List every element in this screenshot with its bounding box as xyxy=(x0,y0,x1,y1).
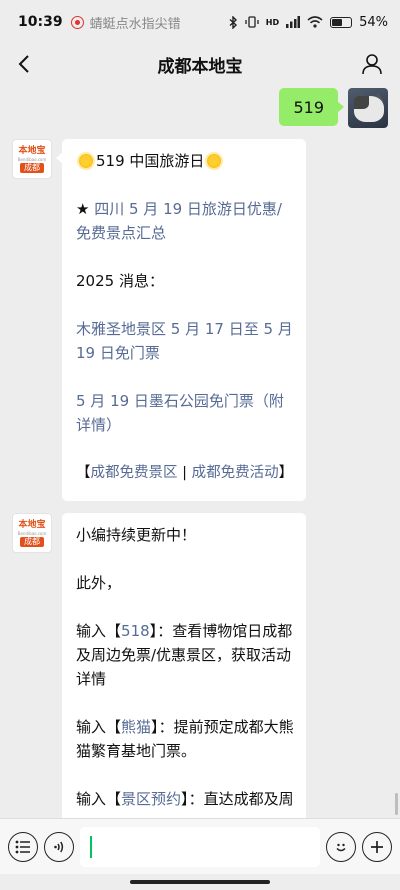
status-notice: 蜻蜓点水指尖错 xyxy=(70,13,181,32)
sender-avatar[interactable]: 本地宝 Bendibao.com 成都 xyxy=(12,139,52,179)
featured-line: ★ 四川 5 月 19 日旅游日优惠/免费景点汇总 xyxy=(76,197,294,245)
voice-button[interactable] xyxy=(44,831,74,862)
bracket-open: 【 xyxy=(76,465,91,481)
notice-text: 蜻蜓点水指尖错 xyxy=(89,16,181,32)
voice-icon xyxy=(54,841,64,852)
incoming-message-2: 本地宝 Bendibao.com 成都 小编持续更新中！ 此外， 输入【518】… xyxy=(12,513,306,823)
bracket-close: 】 xyxy=(151,718,159,736)
moshi-line: 5 月 19 日墨石公园免门票（附详情） xyxy=(76,389,294,437)
sun-icon xyxy=(207,154,222,168)
more-button[interactable] xyxy=(362,831,392,862)
scrollbar[interactable] xyxy=(395,793,398,815)
keyword-panda-line: 输入【熊猫】：提前预定成都大熊猫繁育基地门票。 xyxy=(76,715,294,763)
outgoing-bubble[interactable]: 519 xyxy=(279,88,344,126)
star-prefix: ★ xyxy=(76,200,95,218)
chat-title: 成都本地宝 xyxy=(157,56,243,77)
home-indicator[interactable] xyxy=(130,880,270,884)
news-label: 2025 消息： xyxy=(76,272,164,290)
emoji-button[interactable] xyxy=(326,831,356,862)
quick-links-line: 【成都免费景区 | 成都免费活动】 xyxy=(76,461,294,485)
avatar-brand-text: 本地宝 xyxy=(18,519,46,530)
keyword-reservation-desc: ：直达成都及周 xyxy=(188,790,294,808)
input-prefix: 输入 xyxy=(76,718,107,736)
input-prefix: 输入 xyxy=(76,790,107,808)
sender-avatar[interactable]: 本地宝 Bendibao.com 成都 xyxy=(12,513,52,553)
message-bubble-1: 519 中国旅游日 ★ 四川 5 月 19 日旅游日优惠/免费景点汇总 2025… xyxy=(56,139,306,501)
plus-icon xyxy=(371,840,383,853)
status-icons: HD 54% xyxy=(229,15,388,30)
profile-button[interactable] xyxy=(358,50,386,78)
link-separator: | xyxy=(177,465,192,481)
back-button[interactable] xyxy=(10,50,38,78)
chat-header: 成都本地宝 xyxy=(0,44,400,84)
chevron-left-icon xyxy=(18,55,29,73)
avatar-brand-url: Bendibao.com xyxy=(17,530,47,536)
link-chengdu-free-scenic[interactable]: 成都免费景区 xyxy=(91,465,178,481)
menu-button[interactable] xyxy=(8,831,38,862)
smiley-icon xyxy=(336,843,346,851)
message-bubble-2: 小编持续更新中！ 此外， 输入【518】：查看博物馆日成都及周边免票/优惠景区，… xyxy=(62,513,306,823)
keyword-518[interactable]: 518 xyxy=(121,622,150,640)
link-sichuan-519-offers[interactable]: 四川 5 月 19 日旅游日优惠/免费景点汇总 xyxy=(76,200,282,242)
link-muya-free-tickets[interactable]: 木雅圣地景区 5 月 17 日至 5 月 19 日免门票 xyxy=(76,317,294,365)
bracket-close: 】 xyxy=(181,790,189,808)
incoming-message-1: 本地宝 Bendibao.com 成都 519 中国旅游日 ★ 四川 5 月 1… xyxy=(12,139,306,501)
update-line: 小编持续更新中！ xyxy=(76,526,197,544)
keyword-scenic-reservation[interactable]: 景区预约 xyxy=(121,790,181,808)
avatar-brand-url: Bendibao.com xyxy=(17,156,47,162)
user-avatar[interactable] xyxy=(348,88,388,128)
text-caret xyxy=(90,835,92,858)
bracket-close: 】 xyxy=(278,465,294,481)
also-line: 此外， xyxy=(76,574,122,592)
battery-percent: 54% xyxy=(359,14,388,30)
signal-icon xyxy=(286,16,301,28)
keyword-panda[interactable]: 熊猫 xyxy=(121,718,151,736)
list-icon xyxy=(15,840,30,853)
input-prefix: 输入 xyxy=(76,622,107,640)
bracket-open: 【 xyxy=(106,622,122,640)
bracket-open: 【 xyxy=(106,790,122,808)
vibrate-icon xyxy=(245,16,259,28)
person-icon xyxy=(362,54,382,75)
keyword-reservation-line: 输入【景区预约】：直达成都及周 xyxy=(76,787,294,811)
link-moshi-park-tail[interactable]: ） xyxy=(106,416,121,434)
status-bar: 10:39 蜻蜓点水指尖错 HD 54% xyxy=(0,0,400,44)
message-title-line: 519 中国旅游日 xyxy=(76,149,294,173)
message-input[interactable] xyxy=(80,826,320,867)
avatar-brand-city: 成都 xyxy=(20,162,44,173)
bluetooth-icon xyxy=(229,15,237,29)
sun-icon xyxy=(79,154,93,168)
avatar-brand-text: 本地宝 xyxy=(18,145,46,156)
avatar-brand-city: 成都 xyxy=(20,536,44,547)
bracket-open: 【 xyxy=(106,718,122,736)
wifi-icon xyxy=(307,16,323,28)
outgoing-message: 519 xyxy=(279,88,388,128)
outgoing-text: 519 xyxy=(293,97,324,117)
keyword-518-line: 输入【518】：查看博物馆日成都及周边免票/优惠景区，获取活动详情 xyxy=(76,619,294,691)
status-time: 10:39 xyxy=(18,14,63,30)
battery-icon xyxy=(330,16,353,28)
notification-icon xyxy=(70,15,84,29)
link-chengdu-free-events[interactable]: 成都免费活动 xyxy=(192,465,279,481)
message-title: 519 中国旅游日 xyxy=(96,152,205,170)
input-bar xyxy=(0,818,400,874)
network-label: HD xyxy=(265,17,280,27)
